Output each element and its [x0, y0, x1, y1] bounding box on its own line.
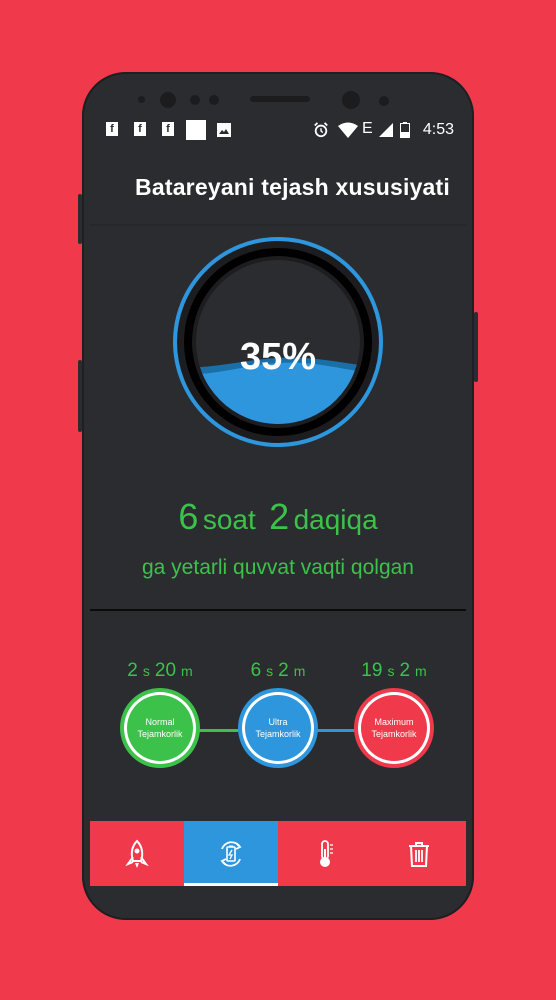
header-divider — [90, 224, 466, 226]
front-camera — [160, 92, 176, 108]
nav-cleaner[interactable] — [372, 821, 466, 886]
facebook-icon: f — [134, 122, 146, 136]
mode-time-ultra: 6 s 2 m — [250, 660, 306, 681]
nav-cpu-cooler[interactable] — [278, 821, 372, 886]
mode-time-normal: 2 s 20 m — [127, 660, 193, 681]
alarm-icon — [314, 122, 328, 138]
battery-percent: 35% — [239, 336, 317, 378]
blank-square-icon — [186, 120, 206, 140]
phone-side-button — [474, 312, 478, 382]
battery-gauge: 35% — [172, 236, 384, 448]
phone-side-button — [78, 360, 82, 432]
phone-sensor — [379, 96, 389, 106]
mode-normal-button[interactable]: Normal Tejamkorlik — [124, 692, 196, 764]
remaining-hours-unit: soat — [202, 504, 256, 535]
remaining-subtitle: ga yetarli quvvat vaqti qolgan — [141, 556, 414, 579]
wifi-icon — [338, 122, 358, 138]
remaining-minutes: 2 — [269, 496, 290, 537]
thermometer-icon — [320, 839, 333, 867]
phone-side-button — [78, 194, 82, 244]
phone-sensor — [138, 96, 145, 103]
clock-time: 4:53 — [422, 121, 454, 138]
nav-battery-saver[interactable] — [184, 821, 278, 886]
facebook-icon: f — [106, 122, 118, 136]
nav-boost[interactable] — [90, 821, 184, 886]
phone-frame: f f f E 4:53 Batareyani tejash xususiyat… — [78, 72, 478, 920]
mode-ultra-button[interactable]: Ultra Tejamkorlik — [242, 692, 314, 764]
page-title: Batareyani tejash xususiyati — [135, 174, 450, 200]
phone-sensor — [209, 95, 219, 105]
image-icon — [217, 123, 231, 137]
battery-saver-icon — [220, 840, 242, 867]
front-camera — [342, 91, 360, 109]
mode-time-maximum: 19 s 2 m — [361, 660, 427, 681]
phone-sensor — [190, 95, 200, 105]
trash-icon — [409, 841, 429, 867]
rocket-icon — [125, 839, 149, 868]
status-bar: f f f E 4:53 — [90, 114, 466, 144]
remaining-hours: 6 — [178, 496, 199, 537]
remaining-minutes-unit: daqiqa — [293, 504, 378, 535]
network-e-icon: E — [362, 120, 373, 137]
section-divider — [90, 609, 466, 611]
phone-speaker — [250, 96, 310, 102]
battery-icon — [400, 122, 410, 138]
bottom-navbar — [90, 821, 466, 886]
signal-icon — [379, 123, 393, 137]
mode-maximum-button[interactable]: Maximum Tejamkorlik — [358, 692, 430, 764]
facebook-icon: f — [162, 122, 174, 136]
remaining-time: 6 soat 2 daqiqa — [90, 496, 466, 538]
app-screen: f f f E 4:53 Batareyani tejash xususiyat… — [90, 114, 466, 886]
